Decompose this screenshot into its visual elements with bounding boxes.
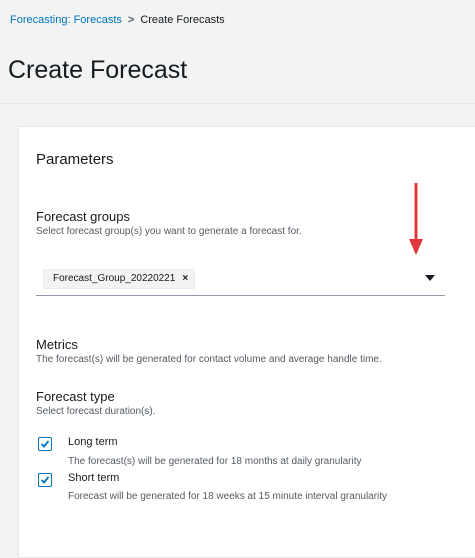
header-divider	[0, 103, 475, 104]
checkmark-icon	[40, 476, 50, 484]
long-term-checkbox[interactable]	[38, 437, 52, 451]
breadcrumb-separator: >	[127, 14, 135, 26]
long-term-description: The forecast(s) will be generated for 18…	[68, 456, 362, 467]
red-down-arrow-annotation	[409, 183, 423, 255]
breadcrumb-current: Create Forecasts	[140, 14, 225, 26]
breadcrumb: Forecasting: Forecasts > Create Forecasts	[10, 14, 225, 26]
page-title: Create Forecast	[8, 56, 188, 84]
forecast-type-label: Forecast type	[36, 389, 115, 404]
token-remove-icon[interactable]: ×	[182, 273, 188, 284]
forecast-type-description: Select forecast duration(s).	[36, 406, 156, 417]
metrics-description: The forecast(s) will be generated for co…	[36, 354, 382, 365]
forecast-groups-description: Select forecast group(s) you want to gen…	[36, 226, 302, 237]
parameters-title: Parameters	[36, 151, 114, 168]
short-term-checkbox[interactable]	[38, 473, 52, 487]
forecast-group-token: Forecast_Group_20220221 ×	[43, 269, 196, 289]
short-term-description: Forecast will be generated for 18 weeks …	[68, 491, 388, 502]
forecast-groups-label: Forecast groups	[36, 209, 130, 224]
breadcrumb-link-forecasts[interactable]: Forecasting: Forecasts	[10, 14, 122, 26]
short-term-label: Short term	[68, 472, 120, 484]
checkmark-icon	[40, 440, 50, 448]
forecast-groups-multiselect[interactable]: Forecast_Group_20220221 ×	[36, 261, 445, 296]
forecast-group-token-label: Forecast_Group_20220221	[53, 273, 176, 284]
metrics-label: Metrics	[36, 337, 78, 352]
caret-down-icon[interactable]	[425, 275, 435, 281]
parameters-panel: Parameters Forecast groups Select foreca…	[18, 126, 475, 558]
long-term-label: Long term	[68, 436, 118, 448]
